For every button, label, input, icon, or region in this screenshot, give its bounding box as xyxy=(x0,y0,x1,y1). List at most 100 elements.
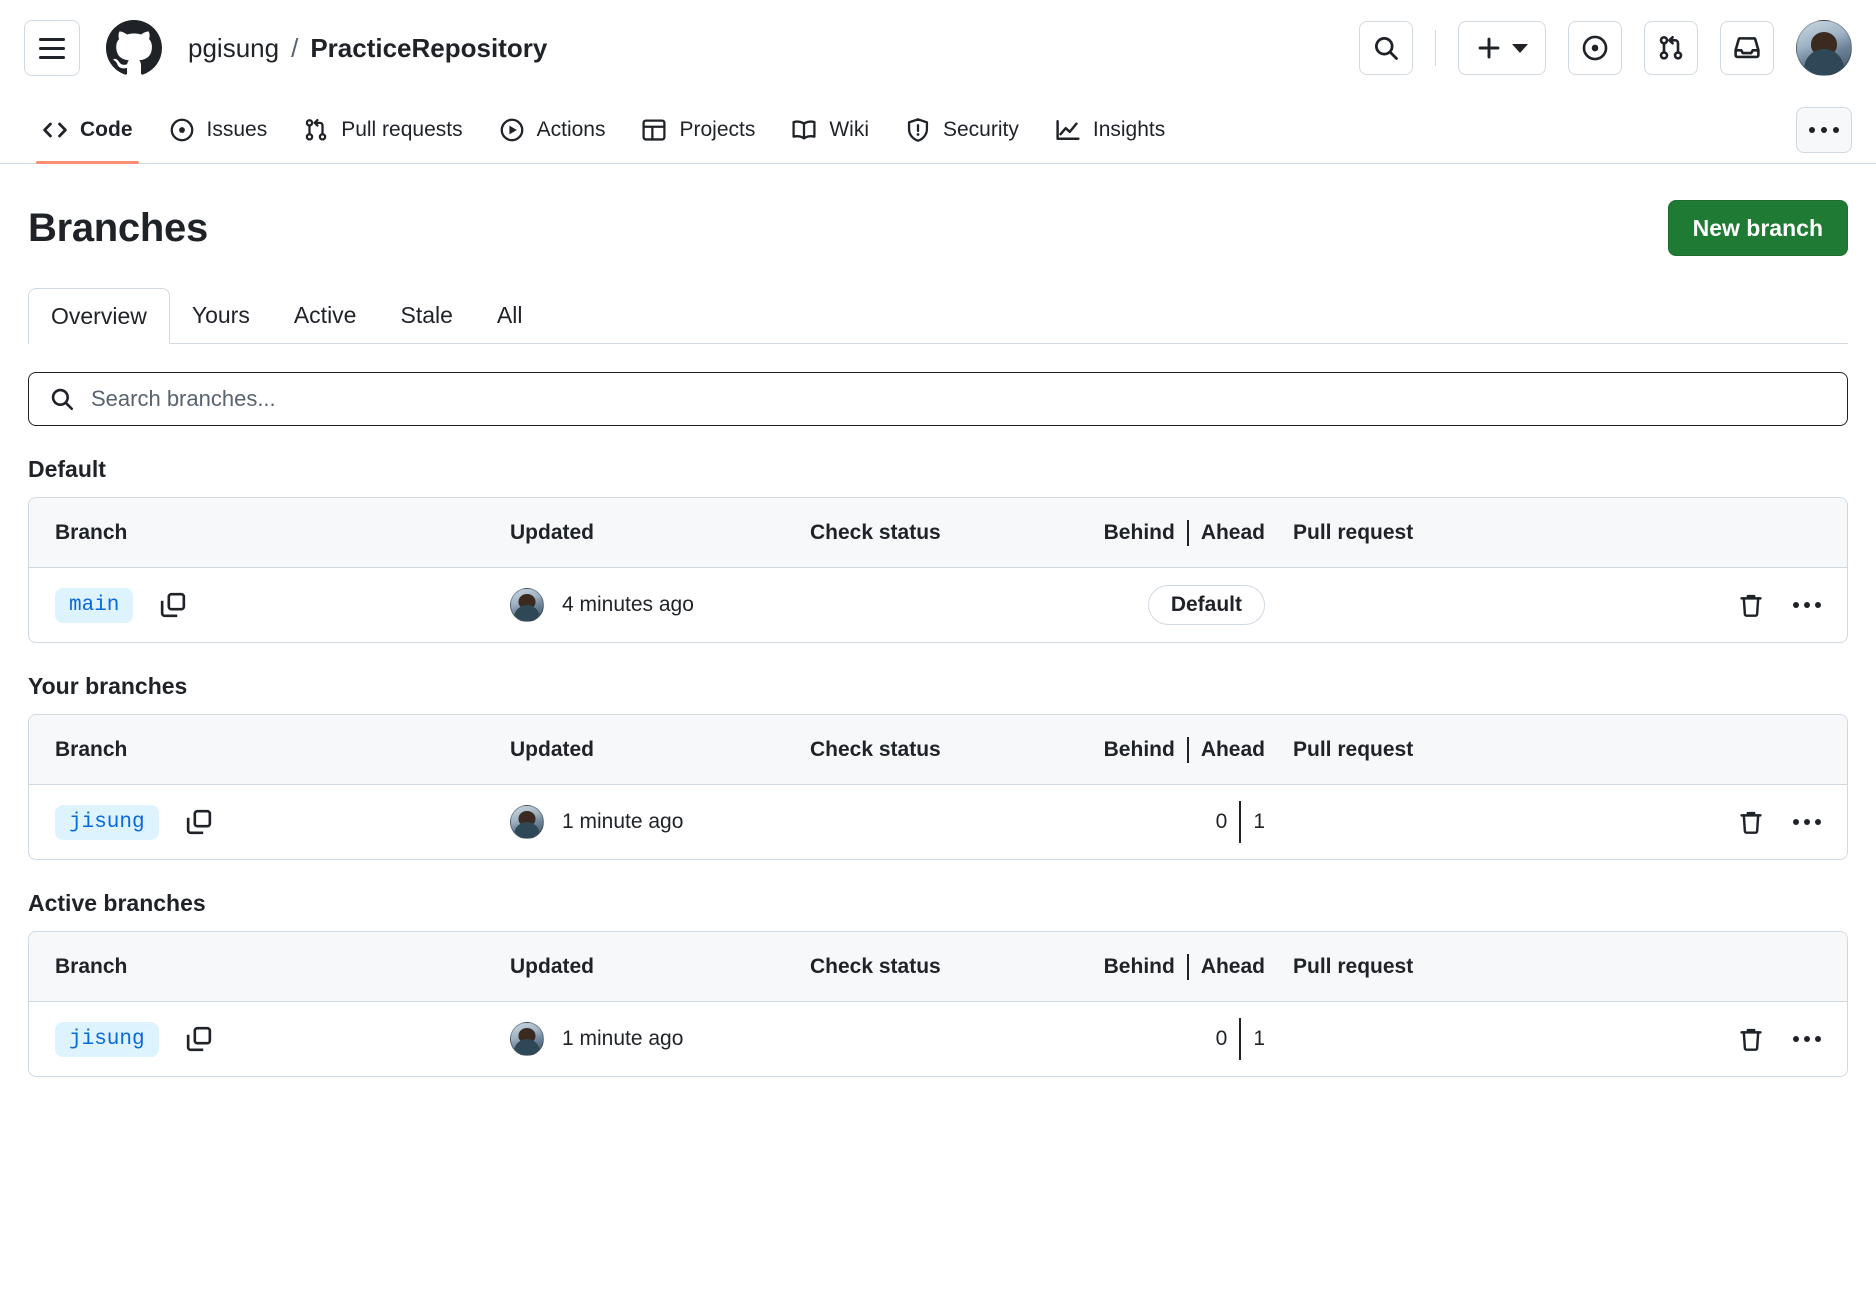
pull-requests-button[interactable] xyxy=(1644,21,1698,75)
branch-name-link[interactable]: jisung xyxy=(55,1021,159,1057)
tab-issues-label: Issues xyxy=(206,117,268,141)
tab-issues[interactable]: Issues xyxy=(151,96,286,163)
inbox-icon xyxy=(1734,37,1760,59)
row-actions xyxy=(1691,808,1821,836)
branch-name-link[interactable]: jisung xyxy=(55,804,159,840)
column-header-updated: Updated xyxy=(510,954,594,978)
issues-button[interactable] xyxy=(1568,21,1622,75)
behind-ahead-divider xyxy=(1186,519,1189,546)
git-pull-request-icon xyxy=(305,118,327,141)
delete-branch-button[interactable] xyxy=(1737,808,1765,836)
row-more-button[interactable] xyxy=(1793,1036,1821,1042)
row-more-button[interactable] xyxy=(1793,602,1821,608)
branch-cell: jisung xyxy=(55,804,510,840)
delete-branch-button[interactable] xyxy=(1737,591,1765,619)
behind-count: 0 xyxy=(1215,810,1228,833)
author-avatar[interactable] xyxy=(510,805,544,839)
create-new-button[interactable] xyxy=(1458,21,1546,75)
row-actions xyxy=(1691,591,1821,619)
tab-insights[interactable]: Insights xyxy=(1037,96,1183,163)
tab-pull-requests-label: Pull requests xyxy=(341,117,463,141)
filter-tab-stale[interactable]: Stale xyxy=(378,287,474,343)
table-header-row: Branch Updated Check status Behind Ahead… xyxy=(29,715,1847,785)
updated-cell: 1 minute ago xyxy=(510,805,810,839)
branch-cell: jisung xyxy=(55,1021,510,1057)
column-header-ahead: Ahead xyxy=(1200,737,1265,761)
column-header-updated: Updated xyxy=(510,737,594,761)
tab-projects[interactable]: Projects xyxy=(623,96,773,163)
column-header-ahead: Ahead xyxy=(1200,954,1265,978)
author-avatar[interactable] xyxy=(510,1022,544,1056)
column-header-updated: Updated xyxy=(510,520,594,544)
tab-insights-label: Insights xyxy=(1092,117,1166,141)
repo-nav: Code Issues Pull requests Actions Projec… xyxy=(0,96,1876,164)
tab-security-label: Security xyxy=(943,117,1019,141)
column-header-behind-ahead: Behind Ahead xyxy=(1050,953,1265,980)
updated-time: 1 minute ago xyxy=(562,1027,684,1050)
filter-tab-all[interactable]: All xyxy=(475,287,545,343)
tab-pull-requests[interactable]: Pull requests xyxy=(285,96,480,163)
search-input[interactable] xyxy=(91,386,1827,412)
user-avatar[interactable] xyxy=(1796,20,1852,76)
copy-icon[interactable] xyxy=(159,591,187,619)
page-header: Branches New branch xyxy=(28,200,1848,256)
table-icon xyxy=(642,118,667,141)
breadcrumb-owner[interactable]: pgisung xyxy=(188,33,279,64)
trash-icon xyxy=(1740,1028,1762,1051)
column-header-behind: Behind xyxy=(1103,520,1175,544)
search-branches-box[interactable] xyxy=(28,372,1848,426)
kebab-dot-icon xyxy=(1804,602,1810,608)
tab-security[interactable]: Security xyxy=(887,96,1037,163)
branches-table-yours: Branch Updated Check status Behind Ahead… xyxy=(28,714,1848,860)
updated-cell: 4 minutes ago xyxy=(510,588,810,622)
github-logo-icon[interactable] xyxy=(106,20,162,76)
tab-actions[interactable]: Actions xyxy=(481,96,624,163)
column-header-check-status: Check status xyxy=(810,520,941,544)
row-more-button[interactable] xyxy=(1793,819,1821,825)
trash-icon xyxy=(1740,811,1762,834)
shield-icon xyxy=(907,117,929,142)
section-title-default: Default xyxy=(28,456,106,482)
git-pull-request-icon xyxy=(1659,36,1683,60)
branches-table-active: Branch Updated Check status Behind Ahead… xyxy=(28,931,1848,1077)
search-button[interactable] xyxy=(1359,21,1413,75)
code-icon xyxy=(43,122,67,137)
updated-time: 1 minute ago xyxy=(562,810,684,833)
copy-icon[interactable] xyxy=(185,1025,213,1053)
author-avatar[interactable] xyxy=(510,588,544,622)
copy-icon[interactable] xyxy=(185,808,213,836)
plus-icon xyxy=(1478,37,1500,59)
breadcrumb: pgisung / PracticeRepository xyxy=(188,33,547,64)
column-header-branch: Branch xyxy=(55,954,128,978)
filter-tab-overview[interactable]: Overview xyxy=(28,288,170,344)
global-header: pgisung / PracticeRepository xyxy=(0,0,1876,96)
notifications-button[interactable] xyxy=(1720,21,1774,75)
filter-tab-active[interactable]: Active xyxy=(272,287,379,343)
hamburger-menu-icon[interactable] xyxy=(24,20,80,76)
row-actions xyxy=(1691,1025,1821,1053)
delete-branch-button[interactable] xyxy=(1737,1025,1765,1053)
search-icon xyxy=(1374,36,1398,60)
ahead-count: 1 xyxy=(1253,810,1265,833)
filter-tab-yours[interactable]: Yours xyxy=(170,287,272,343)
tab-wiki[interactable]: Wiki xyxy=(773,96,887,163)
chevron-down-icon xyxy=(1512,43,1528,53)
new-branch-button[interactable]: New branch xyxy=(1667,200,1848,256)
breadcrumb-repo[interactable]: PracticeRepository xyxy=(310,33,547,64)
branches-page: Branches New branch Overview Yours Activ… xyxy=(0,200,1876,1077)
repo-nav-more-button[interactable] xyxy=(1796,106,1852,153)
column-header-pull-request: Pull request xyxy=(1293,737,1414,761)
play-icon xyxy=(500,118,523,141)
trash-icon xyxy=(1740,594,1762,617)
column-header-check-status: Check status xyxy=(810,954,941,978)
kebab-dot-icon xyxy=(1793,1036,1799,1042)
branch-name-link[interactable]: main xyxy=(55,587,134,623)
header-actions xyxy=(1359,20,1852,76)
branch-filter-tabs: Overview Yours Active Stale All xyxy=(28,288,1848,344)
column-header-check-status: Check status xyxy=(810,737,941,761)
updated-time: 4 minutes ago xyxy=(562,593,694,616)
tab-code[interactable]: Code xyxy=(24,96,151,164)
table-row: jisung 1 minute ago 0 1 xyxy=(29,1002,1847,1076)
section-title-active-branches: Active branches xyxy=(28,890,206,916)
kebab-dot-icon xyxy=(1804,1036,1810,1042)
